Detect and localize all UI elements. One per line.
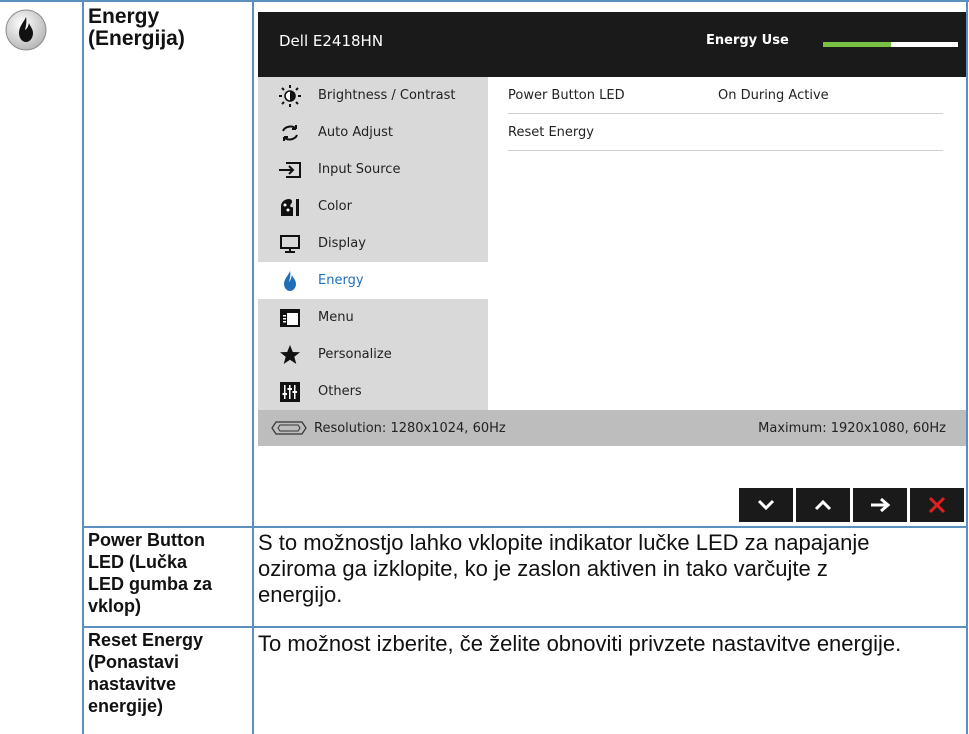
menu-item-display[interactable]: Display — [258, 225, 488, 262]
label-line: LED gumba za — [88, 574, 213, 594]
resolution-info: Resolution: 1280x1024, 60Hz — [270, 421, 506, 436]
menu-item-energy[interactable]: Energy — [258, 262, 488, 299]
osd-header: Dell E2418HN Energy Use — [258, 12, 966, 77]
grid-right — [966, 0, 968, 734]
reset-energy-description: To možnost izberite, če želite obnoviti … — [258, 631, 901, 657]
energy-section-icon — [4, 8, 48, 52]
brightness-icon — [278, 84, 302, 108]
resolution-text: Resolution: 1280x1024, 60Hz — [314, 420, 506, 436]
desc-line: To možnost izberite, če želite obnoviti … — [258, 631, 902, 656]
down-button[interactable] — [739, 488, 793, 522]
osd-buttons — [736, 488, 964, 522]
arrow-right-icon — [869, 497, 891, 513]
grid-top — [0, 0, 969, 2]
menu-item-auto-adjust[interactable]: Auto Adjust — [258, 114, 488, 151]
osd-content: Power Button LED On During Active Reset … — [488, 77, 966, 410]
label-line: (Ponastavi — [88, 652, 180, 672]
setting-reset-energy[interactable]: Reset Energy — [508, 114, 943, 151]
menu-label: Personalize — [318, 347, 392, 362]
energy-use-label: Energy Use — [706, 33, 789, 48]
monitor-model: Dell E2418HN — [279, 32, 384, 50]
menu-label: Menu — [318, 310, 354, 325]
menu-item-brightness-contrast[interactable]: Brightness / Contrast — [258, 77, 488, 114]
chevron-up-icon — [814, 499, 832, 511]
osd-menu: Brightness / Contrast Auto Adjust Input … — [258, 77, 488, 410]
enter-button[interactable] — [853, 488, 907, 522]
display-icon — [278, 232, 302, 256]
menu-label: Display — [318, 236, 366, 251]
label-line: vklop) — [88, 596, 142, 616]
section-title: Energy (Energija) — [88, 6, 185, 50]
label-line: Power Button — [88, 530, 205, 550]
input-source-icon — [278, 158, 302, 182]
grid-col1 — [82, 0, 84, 734]
reset-energy-label: Reset Energy (Ponastavi nastavitve energ… — [88, 629, 203, 717]
section-title-line1: Energy — [88, 5, 160, 28]
auto-adjust-icon — [278, 121, 302, 145]
label-line: Reset Energy — [88, 630, 204, 650]
desc-line: energijo. — [258, 582, 343, 607]
menu-icon — [278, 306, 302, 330]
section-title-line2: (Energija) — [88, 27, 185, 50]
menu-label: Others — [318, 384, 362, 399]
maximum-resolution-text: Maximum: 1920x1080, 60Hz — [758, 420, 946, 436]
power-button-led-description: S to možnostjo lahko vklopite indikator … — [258, 530, 869, 608]
chevron-down-icon — [757, 499, 775, 511]
energy-icon — [278, 269, 302, 293]
energy-use-fill — [823, 42, 891, 47]
close-button[interactable] — [910, 488, 964, 522]
setting-power-button-led[interactable]: Power Button LED On During Active — [508, 77, 943, 114]
menu-item-personalize[interactable]: Personalize — [258, 336, 488, 373]
menu-item-others[interactable]: Others — [258, 373, 488, 410]
setting-label: Power Button LED — [508, 87, 625, 103]
color-icon — [278, 195, 302, 219]
grid-row2 — [82, 626, 968, 628]
setting-label: Reset Energy — [508, 124, 594, 140]
menu-item-input-source[interactable]: Input Source — [258, 151, 488, 188]
star-icon — [278, 343, 302, 367]
grid-row1 — [82, 526, 968, 528]
menu-label: Input Source — [318, 162, 401, 177]
menu-label: Brightness / Contrast — [318, 88, 456, 103]
label-line: energije) — [88, 696, 164, 716]
menu-label: Auto Adjust — [318, 125, 393, 140]
label-line: LED (Lučka — [88, 552, 188, 572]
menu-label: Energy — [318, 273, 364, 288]
grid-col2 — [252, 0, 254, 734]
up-button[interactable] — [796, 488, 850, 522]
menu-item-color[interactable]: Color — [258, 188, 488, 225]
setting-value: On During Active — [718, 87, 829, 103]
others-icon — [278, 380, 302, 404]
desc-line: S to možnostjo lahko vklopite indikator … — [258, 530, 870, 555]
menu-label: Color — [318, 199, 352, 214]
power-button-led-label: Power Button LED (Lučka LED gumba za vkl… — [88, 529, 212, 617]
close-icon — [928, 496, 946, 514]
osd-screen: Dell E2418HN Energy Use Brightness / Con… — [258, 12, 966, 522]
vga-connector-icon — [270, 421, 308, 435]
desc-line: oziroma ga izklopite, ko je zaslon aktiv… — [258, 556, 828, 581]
menu-item-menu[interactable]: Menu — [258, 299, 488, 336]
label-line: nastavitve — [88, 674, 177, 694]
energy-use-bar — [823, 42, 958, 47]
osd-status-bar: Resolution: 1280x1024, 60Hz Maximum: 192… — [258, 410, 966, 446]
